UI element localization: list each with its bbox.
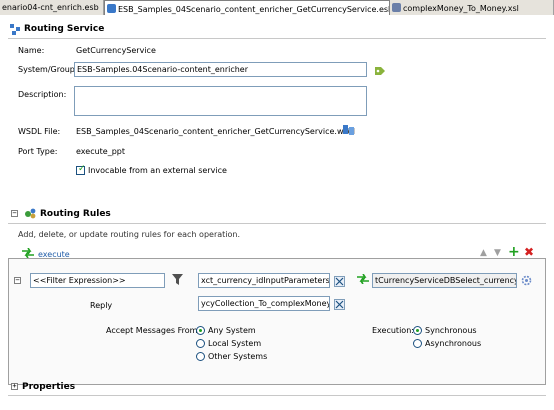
radio-selected-dot <box>416 329 419 332</box>
filter-expression-field[interactable]: <<Filter Expression>> <box>30 273 165 288</box>
name-label: Name: <box>18 46 45 55</box>
reply-transform-field[interactable]: ycyCollection_To_complexMoney.xsl <box>198 296 330 311</box>
accept-local-system-label: Local System <box>208 339 262 348</box>
port-type-value: execute_ppt <box>76 147 126 156</box>
execution-synchronous-label: Synchronous <box>425 326 477 335</box>
routing-service-header-icon <box>10 24 20 35</box>
routing-rules-hint: Add, delete, or update routing rules for… <box>18 230 240 239</box>
xsl-map-icon <box>392 3 401 12</box>
divider <box>8 395 546 396</box>
description-field[interactable] <box>74 86 367 116</box>
accept-messages-label: Accept Messages From: <box>106 326 201 335</box>
checkmark-icon: ✓ <box>78 164 86 174</box>
execution-label: Execution: <box>372 326 414 335</box>
wsdl-view-icon[interactable] <box>343 124 355 136</box>
delete-rule-icon[interactable]: ✖ <box>524 245 534 259</box>
system-group-field[interactable]: ESB-Samples.04Scenario-content_enricher <box>74 62 367 77</box>
wsdl-file-label: WSDL File: <box>18 127 61 136</box>
target-service-icon <box>357 274 369 284</box>
accept-any-system-label: Any System <box>208 326 256 335</box>
rule-collapse-icon[interactable]: − <box>14 277 21 284</box>
execution-asynchronous-label: Asynchronous <box>425 339 482 348</box>
invocable-label: Invocable from an external service <box>88 166 227 175</box>
description-label: Description: <box>18 90 67 99</box>
target-service-field[interactable]: tCurrencyServiceDBSelect_currency_id <box>372 273 517 288</box>
tab-xsl-map[interactable]: complexMoney_To_Money.xsl <box>390 0 554 15</box>
radio-selected-dot <box>199 329 202 332</box>
routing-rules-icon <box>25 208 36 219</box>
properties-expand-icon[interactable]: + <box>11 383 18 390</box>
execution-asynchronous-radio[interactable] <box>413 339 422 348</box>
accept-other-systems-radio[interactable] <box>196 352 205 361</box>
tab-routing-service-label: ESB_Samples_04Scenario_content_enricher_… <box>118 5 390 14</box>
invocable-checkbox[interactable]: ✓ <box>76 164 86 175</box>
tab-routing-service[interactable]: ESB_Samples_04Scenario_content_enricher_… <box>104 0 390 16</box>
wsdl-file-value: ESB_Samples_04Scenario_content_enricher_… <box>76 127 355 136</box>
move-down-icon[interactable]: ▼ <box>494 248 501 258</box>
tab-esb-project[interactable]: enario04-cnt_enrich.esb <box>0 0 104 15</box>
request-transform-field[interactable]: xct_currency_idInputParameters.xsl <box>198 273 330 288</box>
accept-local-system-radio[interactable] <box>196 339 205 348</box>
divider <box>8 223 546 224</box>
system-group-label: System/Group: <box>18 65 78 74</box>
tab-xsl-map-label: complexMoney_To_Money.xsl <box>403 4 519 13</box>
reply-mapper-icon[interactable] <box>334 299 345 310</box>
name-value: GetCurrencyService <box>76 46 156 55</box>
port-type-label: Port Type: <box>18 147 58 156</box>
accept-any-system-radio[interactable] <box>196 326 205 335</box>
routing-service-editor: Routing Service Name: GetCurrencyService… <box>0 15 554 410</box>
routing-service-title: Routing Service <box>24 24 105 34</box>
accept-other-systems-label: Other Systems <box>208 352 268 361</box>
filter-icon[interactable] <box>172 274 183 286</box>
routing-rules-title: Routing Rules <box>40 209 111 219</box>
gear-icon[interactable] <box>521 275 532 286</box>
routing-rules-collapse-icon[interactable]: − <box>11 210 18 217</box>
routing-service-icon <box>107 4 116 13</box>
browse-group-icon[interactable] <box>375 65 386 75</box>
transform-mapper-icon[interactable] <box>334 276 345 287</box>
execution-synchronous-radio[interactable] <box>413 326 422 335</box>
reply-label: Reply <box>90 301 113 310</box>
properties-title[interactable]: Properties <box>22 382 75 392</box>
move-up-icon[interactable]: ▲ <box>480 248 487 258</box>
divider <box>8 38 546 39</box>
tab-esb-project-label: enario04-cnt_enrich.esb <box>2 3 99 12</box>
operation-icon <box>22 248 34 258</box>
editor-tab-bar: enario04-cnt_enrich.esb ESB_Samples_04Sc… <box>0 0 554 16</box>
